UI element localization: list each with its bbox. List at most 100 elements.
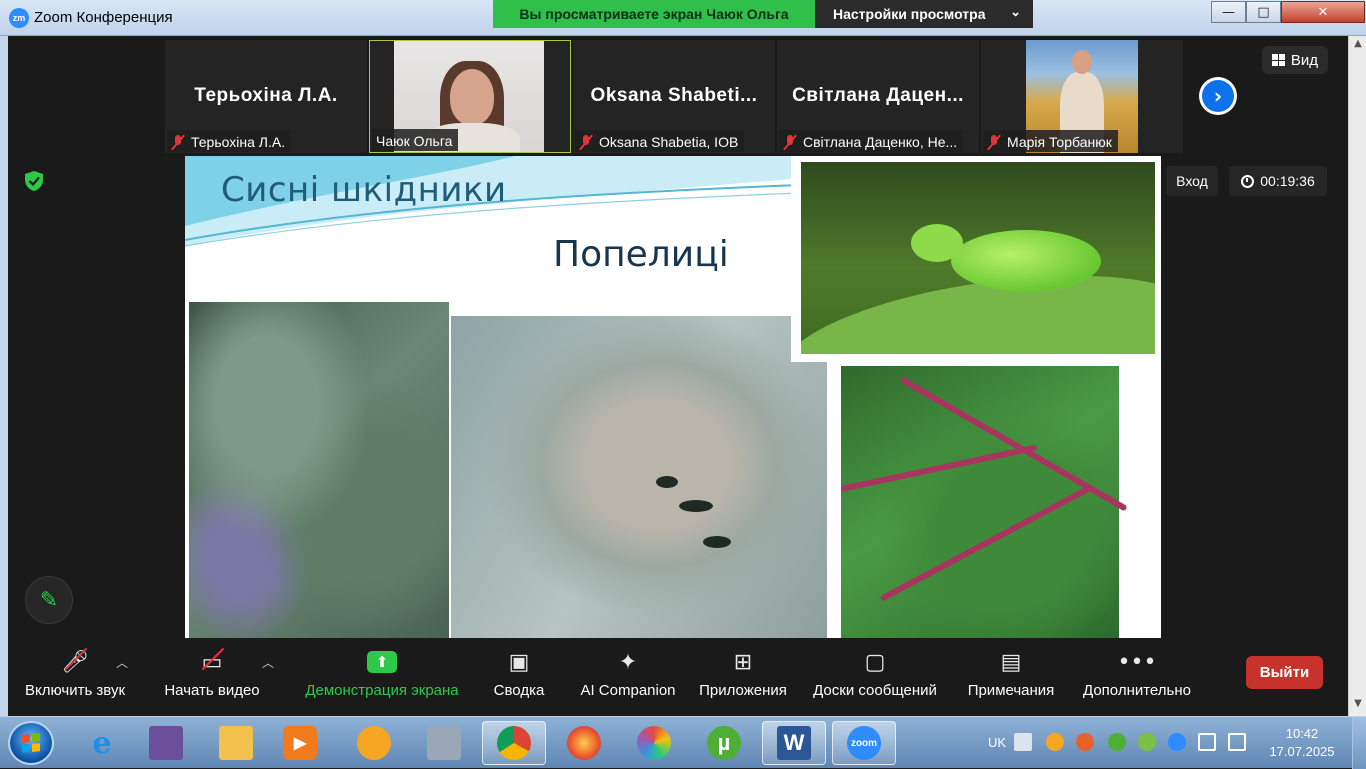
- participant-tile[interactable]: Марія Торбанюк: [981, 40, 1183, 153]
- zoom-app-icon: zm: [9, 8, 29, 28]
- unmute-button[interactable]: 🎤︎ Включить звук: [20, 638, 130, 710]
- participant-label: Світлана Даценко, Не...: [779, 130, 964, 152]
- security-tray-icon[interactable]: [1138, 733, 1156, 751]
- taskbar-media[interactable]: ▶: [268, 721, 332, 765]
- scroll-down-icon[interactable]: ▼: [1352, 698, 1364, 712]
- share-screen-icon: ⬆: [367, 651, 397, 673]
- taskbar-save[interactable]: [134, 721, 198, 765]
- chrome-icon: [497, 726, 531, 760]
- next-participants-button[interactable]: ›: [1199, 77, 1237, 115]
- grid-icon: [1271, 54, 1285, 66]
- language-indicator[interactable]: UK: [988, 735, 1006, 750]
- summary-button[interactable]: ▣ Сводка: [488, 638, 550, 710]
- volume-muted-icon[interactable]: [1198, 733, 1216, 751]
- taskbar-picasa[interactable]: [622, 721, 686, 765]
- view-options-label: Настройки просмотра: [833, 6, 986, 22]
- unmute-label: Включить звук: [24, 682, 126, 699]
- participant-name: Терьохіна Л.А.: [191, 134, 286, 150]
- show-desktop-button[interactable]: [1352, 717, 1366, 769]
- shared-screen-slide: Сисні шкідники Попелиці: [185, 156, 1161, 638]
- system-clock[interactable]: 10:42 17.07.2025: [1262, 725, 1342, 761]
- video-off-icon: ▭: [202, 642, 223, 682]
- participant-tile-active[interactable]: Чаюк Ольга: [369, 40, 571, 153]
- annotate-pencil-button[interactable]: ✎: [25, 576, 73, 624]
- close-button[interactable]: ✕: [1281, 1, 1365, 23]
- more-button[interactable]: ••• Дополнительно: [1080, 638, 1194, 710]
- screen-share-banner: Вы просматриваете экран Чаюк Ольга: [493, 0, 815, 28]
- whiteboard-icon: ▢: [864, 649, 886, 675]
- view-options-dropdown[interactable]: Настройки просмотра ⌄: [815, 0, 1033, 28]
- audio-options-caret-icon[interactable]: ︿: [116, 654, 128, 671]
- picasa-icon: [637, 726, 671, 760]
- start-button[interactable]: [8, 721, 54, 765]
- more-label: Дополнительно: [1083, 682, 1191, 699]
- ai-sparkle-icon: ✦: [618, 649, 638, 675]
- participant-name: Марія Торбанюк: [1007, 134, 1112, 150]
- participant-name: Чаюк Ольга: [376, 133, 453, 149]
- view-button[interactable]: Вид: [1262, 46, 1328, 74]
- taskbar-firefox[interactable]: [552, 721, 616, 765]
- start-video-button[interactable]: ▭ Начать видео: [160, 638, 264, 710]
- apps-icon: ⊞: [733, 649, 753, 675]
- summary-icon: ▣: [508, 649, 530, 675]
- folder-icon: [219, 726, 253, 760]
- clock-time: 10:42: [1285, 726, 1319, 741]
- ai-companion-label: AI Companion: [580, 682, 676, 699]
- vertical-scrollbar[interactable]: ▲ ▼: [1348, 36, 1366, 716]
- slide-title: Сисні шкідники: [221, 170, 507, 210]
- scroll-up-icon[interactable]: ▲: [1352, 38, 1364, 52]
- participant-name-large: Oksana Shabeti...: [590, 85, 758, 106]
- utorrent-tray-icon[interactable]: [1108, 733, 1126, 751]
- video-options-caret-icon[interactable]: ︿: [262, 654, 274, 671]
- participant-tile[interactable]: Світлана Дацен... Світлана Даценко, Не..…: [777, 40, 979, 153]
- notes-button[interactable]: ▤ Примечания: [964, 638, 1058, 710]
- mic-muted-icon: [987, 134, 1001, 150]
- taskbar-calculator[interactable]: [412, 721, 476, 765]
- clock-icon: [1241, 174, 1255, 188]
- mic-muted-icon: 🎤︎: [61, 642, 89, 682]
- whiteboards-button[interactable]: ▢ Доски сообщений: [808, 638, 942, 710]
- participant-tile[interactable]: Терьохіна Л.А. Терьохіна Л.А.: [165, 40, 367, 153]
- feed-icon[interactable]: [1076, 733, 1094, 751]
- keyboard-icon[interactable]: [1014, 733, 1032, 751]
- whiteboards-label: Доски сообщений: [813, 682, 937, 699]
- zoom-tray-icon[interactable]: [1168, 733, 1186, 751]
- notes-label: Примечания: [967, 682, 1055, 699]
- participant-name: Світлана Даценко, Не...: [803, 134, 958, 150]
- share-screen-button[interactable]: ⬆ Демонстрация экрана: [302, 638, 462, 710]
- taskbar-ie[interactable]: e: [70, 721, 134, 765]
- participant-name-large: Терьохіна Л.А.: [194, 85, 338, 106]
- apps-button[interactable]: ⊞ Приложения: [696, 638, 790, 710]
- leave-button[interactable]: Выйти: [1246, 656, 1323, 689]
- participant-label: Марія Торбанюк: [983, 130, 1118, 152]
- update-icon[interactable]: [1046, 733, 1064, 751]
- calculator-icon: [427, 726, 461, 760]
- save-icon: [149, 726, 183, 760]
- taskbar-word[interactable]: W: [762, 721, 826, 765]
- maximize-button[interactable]: □: [1246, 1, 1281, 23]
- meeting-toolbar: 🎤︎ Включить звук ︿ ▭ Начать видео ︿ ⬆ Де…: [8, 638, 1348, 710]
- minimize-button[interactable]: —: [1211, 1, 1246, 23]
- window-title: Zoom Конференция: [34, 9, 173, 26]
- taskbar-explorer[interactable]: [204, 721, 268, 765]
- taskbar-utorrent[interactable]: µ: [692, 721, 756, 765]
- ai-companion-button[interactable]: ✦ AI Companion: [578, 638, 678, 710]
- taskbar-zoom[interactable]: zoom: [832, 721, 896, 765]
- view-button-label: Вид: [1290, 51, 1319, 69]
- aphid-cabbage-photo: [451, 316, 827, 638]
- window-titlebar: zm Zoom Конференция Вы просматриваете эк…: [0, 0, 1366, 36]
- participant-tile[interactable]: Oksana Shabeti... Oksana Shabetia, IOB: [573, 40, 775, 153]
- aphid-leaves-photo: [189, 302, 449, 638]
- enter-button[interactable]: Вход: [1166, 166, 1218, 196]
- security-shield-icon[interactable]: [23, 170, 45, 192]
- media-player-icon: ▶: [283, 726, 317, 760]
- taskbar-vpn[interactable]: [342, 721, 406, 765]
- participant-label: Oksana Shabetia, IOB: [575, 130, 745, 152]
- taskbar-chrome[interactable]: [482, 721, 546, 765]
- network-icon[interactable]: [1228, 733, 1246, 751]
- clock-date: 17.07.2025: [1269, 744, 1335, 759]
- chevron-right-icon: ›: [1202, 80, 1234, 112]
- mic-muted-icon: [579, 134, 593, 150]
- participant-label: Терьохіна Л.А.: [167, 130, 292, 152]
- timer-value: 00:19:36: [1260, 173, 1315, 189]
